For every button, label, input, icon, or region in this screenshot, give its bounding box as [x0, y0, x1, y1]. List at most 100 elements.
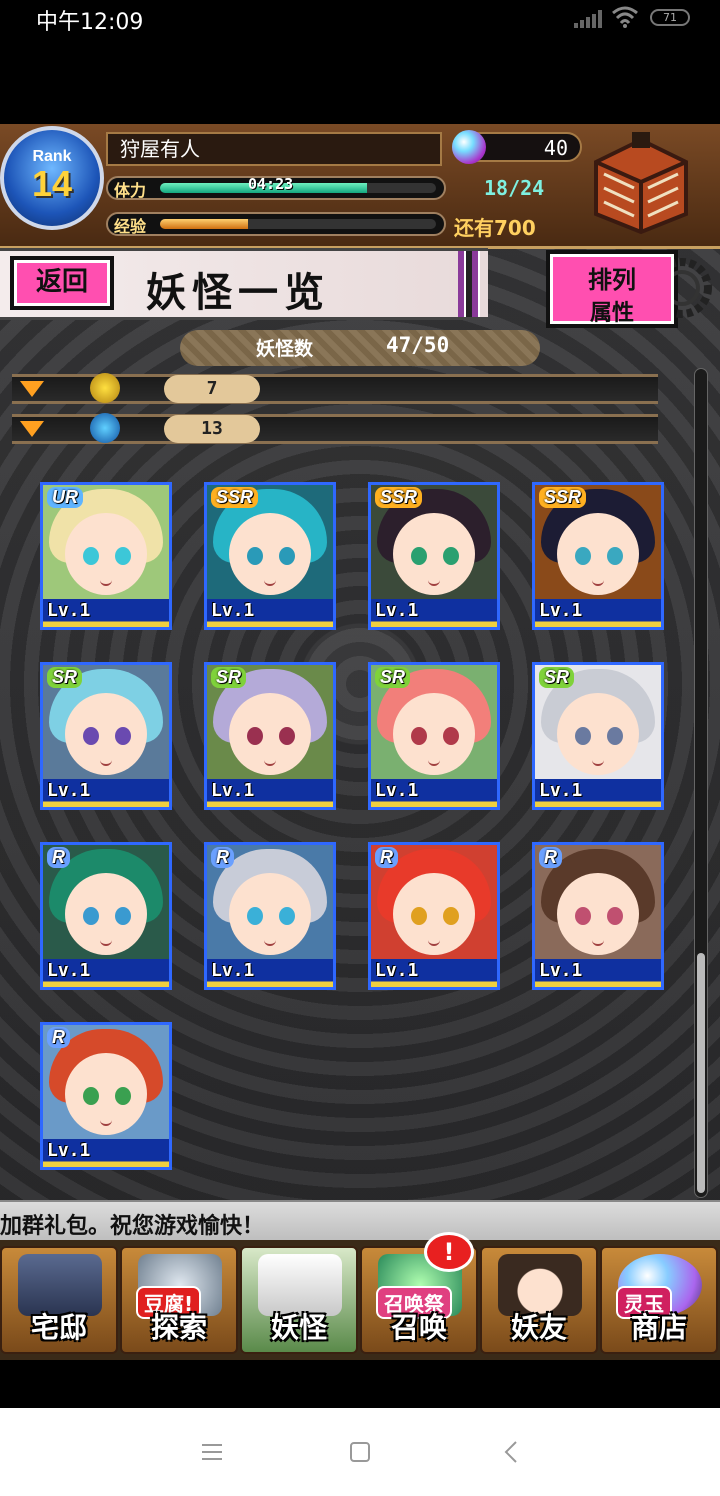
menu-icon[interactable] [194, 1434, 230, 1470]
portrait-eye [411, 907, 427, 925]
monster-card[interactable]: SSR Lv.1 [532, 482, 664, 630]
summon-alert-badge: ! [424, 1232, 474, 1272]
signal-icon [574, 10, 602, 28]
gear-icon [674, 258, 712, 318]
rarity-badge: R [211, 847, 234, 868]
rarity-badge: SR [47, 667, 83, 688]
gem-icon [452, 130, 486, 164]
monster-card[interactable]: R Lv.1 [532, 842, 664, 990]
portrait-eye [115, 1087, 131, 1105]
monster-card[interactable]: SSR Lv.1 [368, 482, 500, 630]
level-label: Lv.1 [47, 600, 91, 621]
portrait-eye [575, 907, 591, 925]
exp-bar: 经验 [106, 212, 446, 236]
portrait-eye [575, 727, 591, 745]
monster-count: 妖怪数 47/50 [180, 330, 540, 366]
filter-row-yellow[interactable]: 7 [12, 373, 658, 404]
status-time: 中午12:09 [36, 10, 144, 35]
monster-card[interactable]: UR Lv.1 [40, 482, 172, 630]
portrait-eye [115, 907, 131, 925]
level-label: Lv.1 [47, 1140, 91, 1161]
rarity-badge: R [539, 847, 562, 868]
rarity-badge: R [47, 847, 70, 868]
rarity-badge: SSR [539, 487, 587, 508]
level-label: Lv.1 [539, 600, 583, 621]
home-icon[interactable] [342, 1434, 378, 1470]
yellow-attribute-icon [90, 373, 120, 403]
ticker-text: 加群礼包。祝您游戏愉快！ [0, 1214, 265, 1239]
portrait-eye [279, 907, 295, 925]
monster-card[interactable]: SR Lv.1 [532, 662, 664, 810]
nav-shop[interactable]: 灵玉 商店 [600, 1246, 718, 1354]
nav-explore[interactable]: 豆腐! 探索 [120, 1246, 238, 1354]
stamina-bar: 体力 04:23 [106, 175, 446, 200]
sort-value: 属性 [589, 301, 634, 326]
scrollbar-thumb[interactable] [697, 953, 705, 1193]
monster-card[interactable]: R Lv.1 [40, 842, 172, 990]
level-label: Lv.1 [211, 600, 255, 621]
portrait-eye [247, 547, 263, 565]
exp-fill [160, 219, 249, 229]
gem-counter[interactable]: 40 [452, 130, 582, 164]
rarity-badge: SSR [375, 487, 423, 508]
sort-button[interactable]: 排列 属性 [546, 250, 678, 328]
level-label: Lv.1 [375, 600, 419, 621]
monster-card[interactable]: SR Lv.1 [368, 662, 500, 810]
monster-card[interactable]: R Lv.1 [40, 1022, 172, 1170]
monster-card[interactable]: R Lv.1 [204, 842, 336, 990]
nav-friends[interactable]: 妖友 [480, 1246, 598, 1354]
nav-label: 召唤 [390, 1311, 447, 1344]
portrait-eye [279, 727, 295, 745]
level-label: Lv.1 [375, 960, 419, 981]
level-label: Lv.1 [47, 780, 91, 801]
portrait-eye [279, 547, 295, 565]
back-nav-icon[interactable] [494, 1434, 530, 1470]
android-nav-bar [0, 1408, 720, 1496]
monster-count-value: 47/50 [386, 333, 450, 357]
rarity-badge: R [375, 847, 398, 868]
stamina-count: 18/24 [484, 176, 545, 200]
portrait-eye [247, 907, 263, 925]
nav-mansion[interactable]: 宅邸 [0, 1246, 118, 1354]
scrollbar[interactable] [694, 368, 708, 1198]
monster-count-label: 妖怪数 [256, 338, 314, 360]
stamina-timer: 04:23 [248, 175, 294, 193]
portrait-eye [443, 547, 459, 565]
portrait-eye [83, 547, 99, 565]
portrait-eye [83, 1087, 99, 1105]
portrait-eye [115, 547, 131, 565]
stamina-track [160, 183, 436, 193]
nav-label: 探索 [150, 1311, 207, 1344]
monster-card[interactable]: SSR Lv.1 [204, 482, 336, 630]
page-title: 妖怪一览 [146, 270, 330, 316]
level-label: Lv.1 [539, 960, 583, 981]
rarity-badge: SSR [211, 487, 259, 508]
portrait-eye [607, 727, 623, 745]
dropdown-triangle-icon[interactable] [20, 421, 44, 437]
player-header: Rank 14 狩屋有人 40 体力 04:23 18/24 经验 还有700 [0, 124, 720, 249]
portrait-eye [443, 907, 459, 925]
portrait-eye [411, 547, 427, 565]
portrait-eye [575, 547, 591, 565]
exp-label: 经验 [114, 217, 147, 236]
level-label: Lv.1 [539, 780, 583, 801]
rarity-badge: SR [375, 667, 411, 688]
gem-value: 40 [543, 136, 568, 160]
news-ticker: 加群礼包。祝您游戏愉快！ [0, 1200, 720, 1242]
monster-card[interactable]: SR Lv.1 [204, 662, 336, 810]
filter-count: 13 [164, 415, 260, 443]
portrait-eye [607, 547, 623, 565]
rarity-badge: UR [47, 487, 83, 508]
nav-monsters[interactable]: 妖怪 [240, 1246, 358, 1354]
portrait-eye [115, 727, 131, 745]
nav-label: 宅邸 [30, 1311, 87, 1344]
treasure-chest-icon[interactable] [586, 132, 696, 236]
monster-card[interactable]: SR Lv.1 [40, 662, 172, 810]
nav-label: 商店 [630, 1311, 687, 1344]
back-button[interactable]: 返回 [10, 256, 114, 310]
monster-card[interactable]: R Lv.1 [368, 842, 500, 990]
filter-row-blue[interactable]: 13 [12, 413, 658, 444]
nav-label: 妖怪 [270, 1311, 327, 1344]
dropdown-triangle-icon[interactable] [20, 381, 44, 397]
sort-label: 排列 [588, 266, 636, 294]
